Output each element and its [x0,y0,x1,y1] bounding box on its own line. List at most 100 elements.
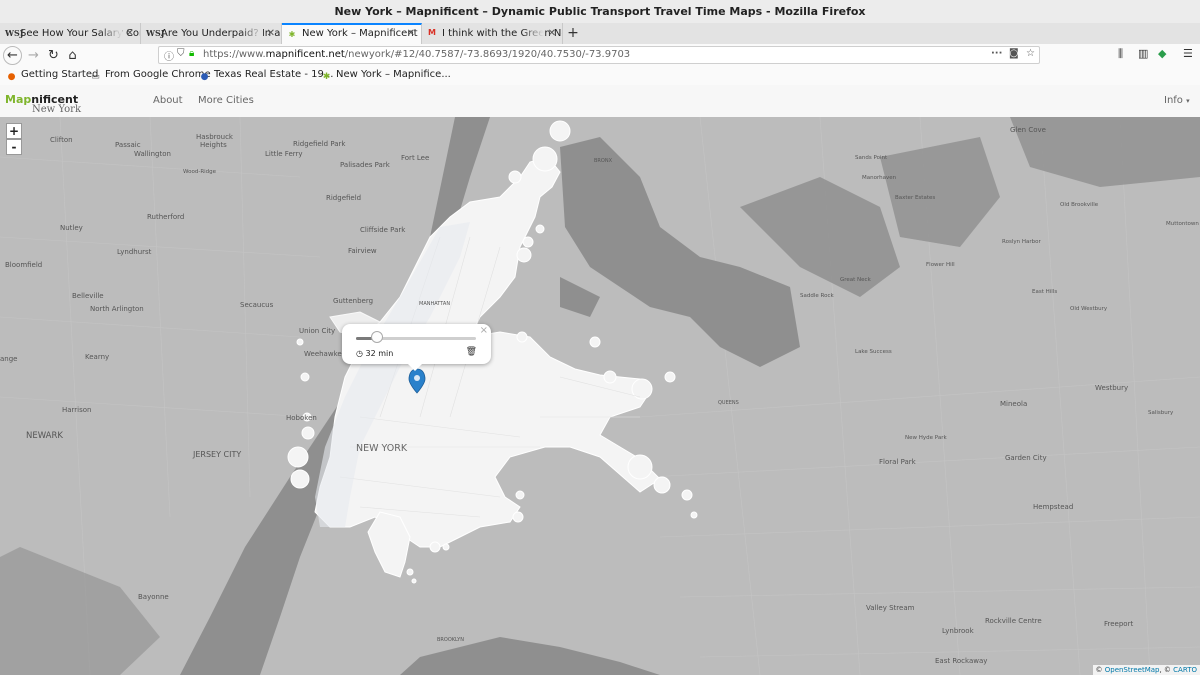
url-text[interactable]: https://www.mapnificent.net/newyork/#12/… [203,49,630,60]
extension-icon[interactable]: ◆ [1158,47,1166,60]
bookmark-from-google-chrome[interactable]: ▭ From Google Chrome [90,69,211,83]
bookmark-label: Getting Started [21,69,99,80]
bookmark-label: Texas Real Estate - 19... [214,69,334,80]
map-label: Secaucus [240,301,274,309]
map-label: Palisades Park [340,161,391,169]
map-label: Fort Lee [401,154,429,162]
url-bar[interactable]: ⓘ ⛉ 🔒︎ https://www.mapnificent.net/newyo… [158,46,1040,64]
map-label: Floral Park [879,458,917,466]
mapnificent-icon: ✱ [322,72,331,82]
wsj-icon: WSJ [146,28,165,38]
tab-salary[interactable]: WSJ See How Your Salary Com ✕ [0,23,141,44]
reload-button[interactable]: ↻ [44,46,63,65]
sidebar-icon[interactable]: ▥ [1138,47,1148,60]
window-title: New York – Mapnificent – Dynamic Public … [334,5,866,18]
arrow-left-icon: ← [7,48,18,63]
map-label: Wood-Ridge [183,169,217,175]
app-navbar: Mapnificent New York About More Cities I… [0,85,1200,118]
map-label: Roslyn Harbor [1002,239,1041,245]
tab-label: See How Your Salary Com [20,28,141,39]
map-label: Nutley [60,224,83,232]
tab-underpaid[interactable]: WSJ Are You Underpaid? In a P ✕ [141,23,282,44]
tab-label: Are You Underpaid? In a P [161,28,282,39]
close-tab-icon[interactable]: ✕ [548,23,556,44]
map-label: Ridgefield Park [293,140,346,148]
brand-green: Map [5,93,32,106]
lock-icon[interactable]: 🔒︎ [189,48,194,59]
map-label: QUEENS [718,400,739,406]
map-label: Guttenberg [333,297,373,305]
tab-gmail[interactable]: M I think with the Green Ne ✕ [422,23,563,44]
map-svg: Glen Cove Clifton Passaic Wallington Has… [0,117,1200,675]
map-label: Old Brookville [1060,202,1099,208]
map-label: Weehawken [304,350,346,358]
map-label: BROOKLYN [437,637,464,643]
close-tab-icon[interactable]: ✕ [126,23,134,44]
library-icon[interactable]: ⫼ [1118,47,1123,61]
map-label: Union City [299,327,335,335]
tab-label: I think with the Green Ne [442,28,563,39]
about-link[interactable]: About [153,95,183,106]
shield-icon[interactable]: ⛉ [177,48,185,59]
close-tab-icon[interactable]: ✕ [407,25,415,42]
mapnificent-icon: ✱ [288,30,296,39]
forward-button[interactable]: → [24,46,43,65]
window-titlebar: New York – Mapnificent – Dynamic Public … [0,0,1200,24]
info-icon[interactable]: ⓘ [164,48,174,63]
new-tab-button[interactable]: + [564,23,582,44]
tab-strip: WSJ See How Your Salary Com ✕ WSJ Are Yo… [0,23,1200,45]
map-label: Lake Success [855,349,892,355]
map-label: Rutherford [147,213,184,221]
gmail-icon: M [428,28,436,37]
map-canvas[interactable]: Glen Cove Clifton Passaic Wallington Has… [0,117,1200,675]
map-label: Great Neck [840,277,872,283]
menu-icon[interactable]: ☰ [1183,47,1193,60]
back-button[interactable]: ← [3,46,22,65]
tab-fade [241,23,263,44]
reload-icon: ↻ [48,48,59,63]
map-label: Ridgefield [326,194,361,202]
map-label: Cliffside Park [360,226,406,234]
zoom-out-button[interactable]: - [6,139,22,155]
bookmark-getting-started[interactable]: ● Getting Started [6,69,99,83]
map-label: Saddle Rock [800,293,834,299]
travel-time-readout: ◷ 32 min [356,349,393,358]
close-tab-icon[interactable]: ✕ [267,23,275,44]
time-slider-handle[interactable] [371,331,384,343]
url-path: /newyork/#12/40.7587/-73.8693/1920/40.75… [344,49,631,60]
trash-icon[interactable]: 🗑︎ [466,347,477,357]
more-cities-link[interactable]: More Cities [198,95,254,106]
map-label: JERSEY CITY [192,450,241,459]
home-button[interactable]: ⌂ [63,46,82,65]
map-label: Kearny [85,353,109,361]
map-label: Bayonne [138,593,169,601]
page-actions-icon[interactable]: ··· [991,48,1002,59]
texas-icon: ● [200,72,209,82]
bookmark-star-icon[interactable]: ☆ [1026,48,1035,59]
zoom-in-button[interactable]: + [6,123,22,139]
carto-link[interactable]: CARTO [1173,666,1197,674]
info-dropdown[interactable]: Info ▾ [1164,95,1190,106]
map-label: Manorhaven [862,175,897,181]
map-label: Heights [200,141,227,149]
map-label: Hempstead [1033,503,1073,511]
tab-mapnificent[interactable]: ✱ New York – Mapnificent ✕ [282,23,422,44]
close-icon[interactable]: × [480,325,488,336]
map-label: Harrison [62,406,92,414]
map-label: Passaic [115,141,141,149]
map-label: Clifton [50,136,73,144]
home-icon: ⌂ [68,48,77,63]
map-label: Flower Hill [926,262,955,268]
map-label: Bloomfield [5,261,42,269]
bookmark-texas-real-estate[interactable]: ● Texas Real Estate - 19... [199,69,334,83]
bookmark-label: From Google Chrome [105,69,211,80]
map-label: Freeport [1104,620,1133,628]
map-label: Little Ferry [265,150,303,158]
map-label: Fairview [348,247,377,255]
osm-link[interactable]: OpenStreetMap [1105,666,1160,674]
bookmark-label: New York – Mapnifice... [336,69,451,80]
pocket-icon[interactable]: ◙ [1009,48,1019,59]
map-label: Hasbrouck [196,133,234,141]
bookmark-mapnificent[interactable]: ✱ New York – Mapnifice... [321,69,451,83]
tab-fade [100,23,122,44]
